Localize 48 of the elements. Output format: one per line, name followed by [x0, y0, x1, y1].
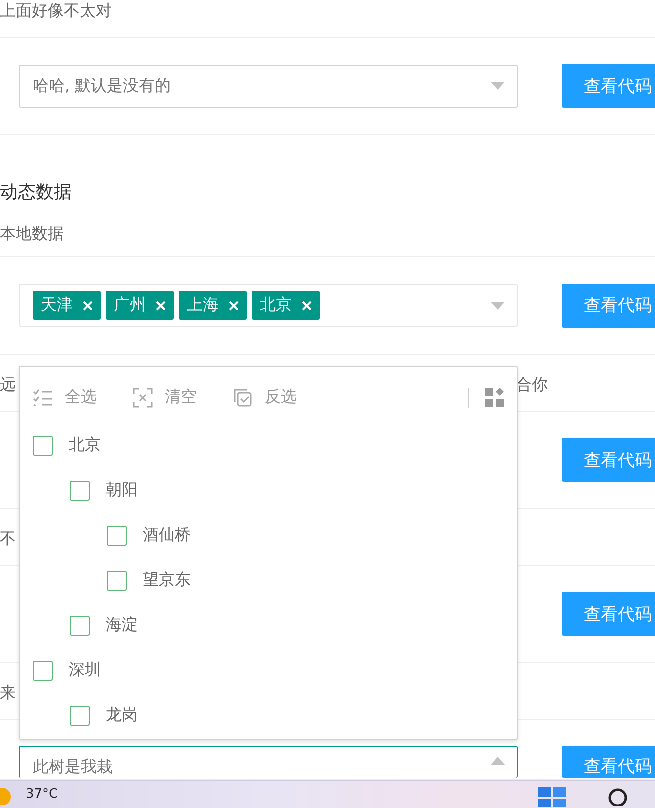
clear-icon [133, 388, 153, 408]
tag: 天津 [33, 291, 101, 320]
checkbox[interactable] [33, 660, 53, 680]
checkbox[interactable] [70, 480, 90, 500]
view-code-button[interactable]: 查看代码 [562, 64, 655, 108]
checkbox[interactable] [33, 436, 53, 456]
view-code-button[interactable]: 查看代码 [562, 746, 655, 778]
tree-item-label[interactable]: 北京 [69, 435, 101, 456]
tree-item-label[interactable]: 朝阳 [106, 480, 138, 501]
close-icon[interactable] [83, 300, 93, 310]
weather-temperature: 37°C [26, 787, 58, 802]
view-code-button[interactable]: 查看代码 [562, 592, 655, 636]
tag: 北京 [252, 291, 320, 320]
list-check-icon [33, 388, 53, 406]
checkbox[interactable] [70, 616, 90, 636]
section-label: 远 [0, 375, 16, 396]
tree-item-label[interactable]: 龙岗 [106, 705, 138, 726]
grid-icon[interactable] [485, 388, 505, 408]
caret-icon [491, 757, 505, 765]
multi-select-field[interactable]: 天津 广州 上海 北京 [19, 284, 518, 327]
select-field[interactable]: 哈哈, 默认是没有的 [19, 64, 518, 108]
select-field[interactable]: 此树是我栽 [19, 746, 518, 778]
toolbar-button[interactable]: 全选 [33, 387, 97, 408]
checkbox[interactable] [70, 706, 90, 726]
toolbar-button[interactable]: 反选 [233, 387, 297, 408]
tree-item-label[interactable]: 望京东 [143, 570, 191, 591]
view-code-button[interactable]: 查看代码 [562, 438, 655, 482]
close-icon[interactable] [302, 300, 312, 310]
tree-item-label[interactable]: 海淀 [106, 615, 138, 636]
checkbox[interactable] [107, 526, 127, 546]
section-label: 来 [0, 683, 16, 704]
section-label: 合你 [516, 375, 548, 396]
section-label: 本地数据 [0, 224, 65, 245]
close-icon[interactable] [229, 300, 239, 310]
checkbox[interactable] [107, 570, 127, 590]
tree-item-label[interactable]: 酒仙桥 [143, 525, 191, 546]
caret-icon [491, 82, 505, 90]
caret-icon [491, 302, 505, 310]
section-label: 上面好像不太对 [0, 1, 112, 22]
section-label: 不 [0, 529, 16, 550]
section-heading: 动态数据 [0, 181, 73, 204]
toolbar-button[interactable]: 清空 [133, 387, 197, 408]
copy-check-icon [233, 388, 253, 408]
tag: 上海 [179, 291, 247, 320]
tag: 广州 [106, 291, 174, 320]
view-code-button[interactable]: 查看代码 [562, 284, 655, 328]
tree-item-label[interactable]: 深圳 [69, 660, 101, 681]
close-icon[interactable] [156, 300, 166, 310]
